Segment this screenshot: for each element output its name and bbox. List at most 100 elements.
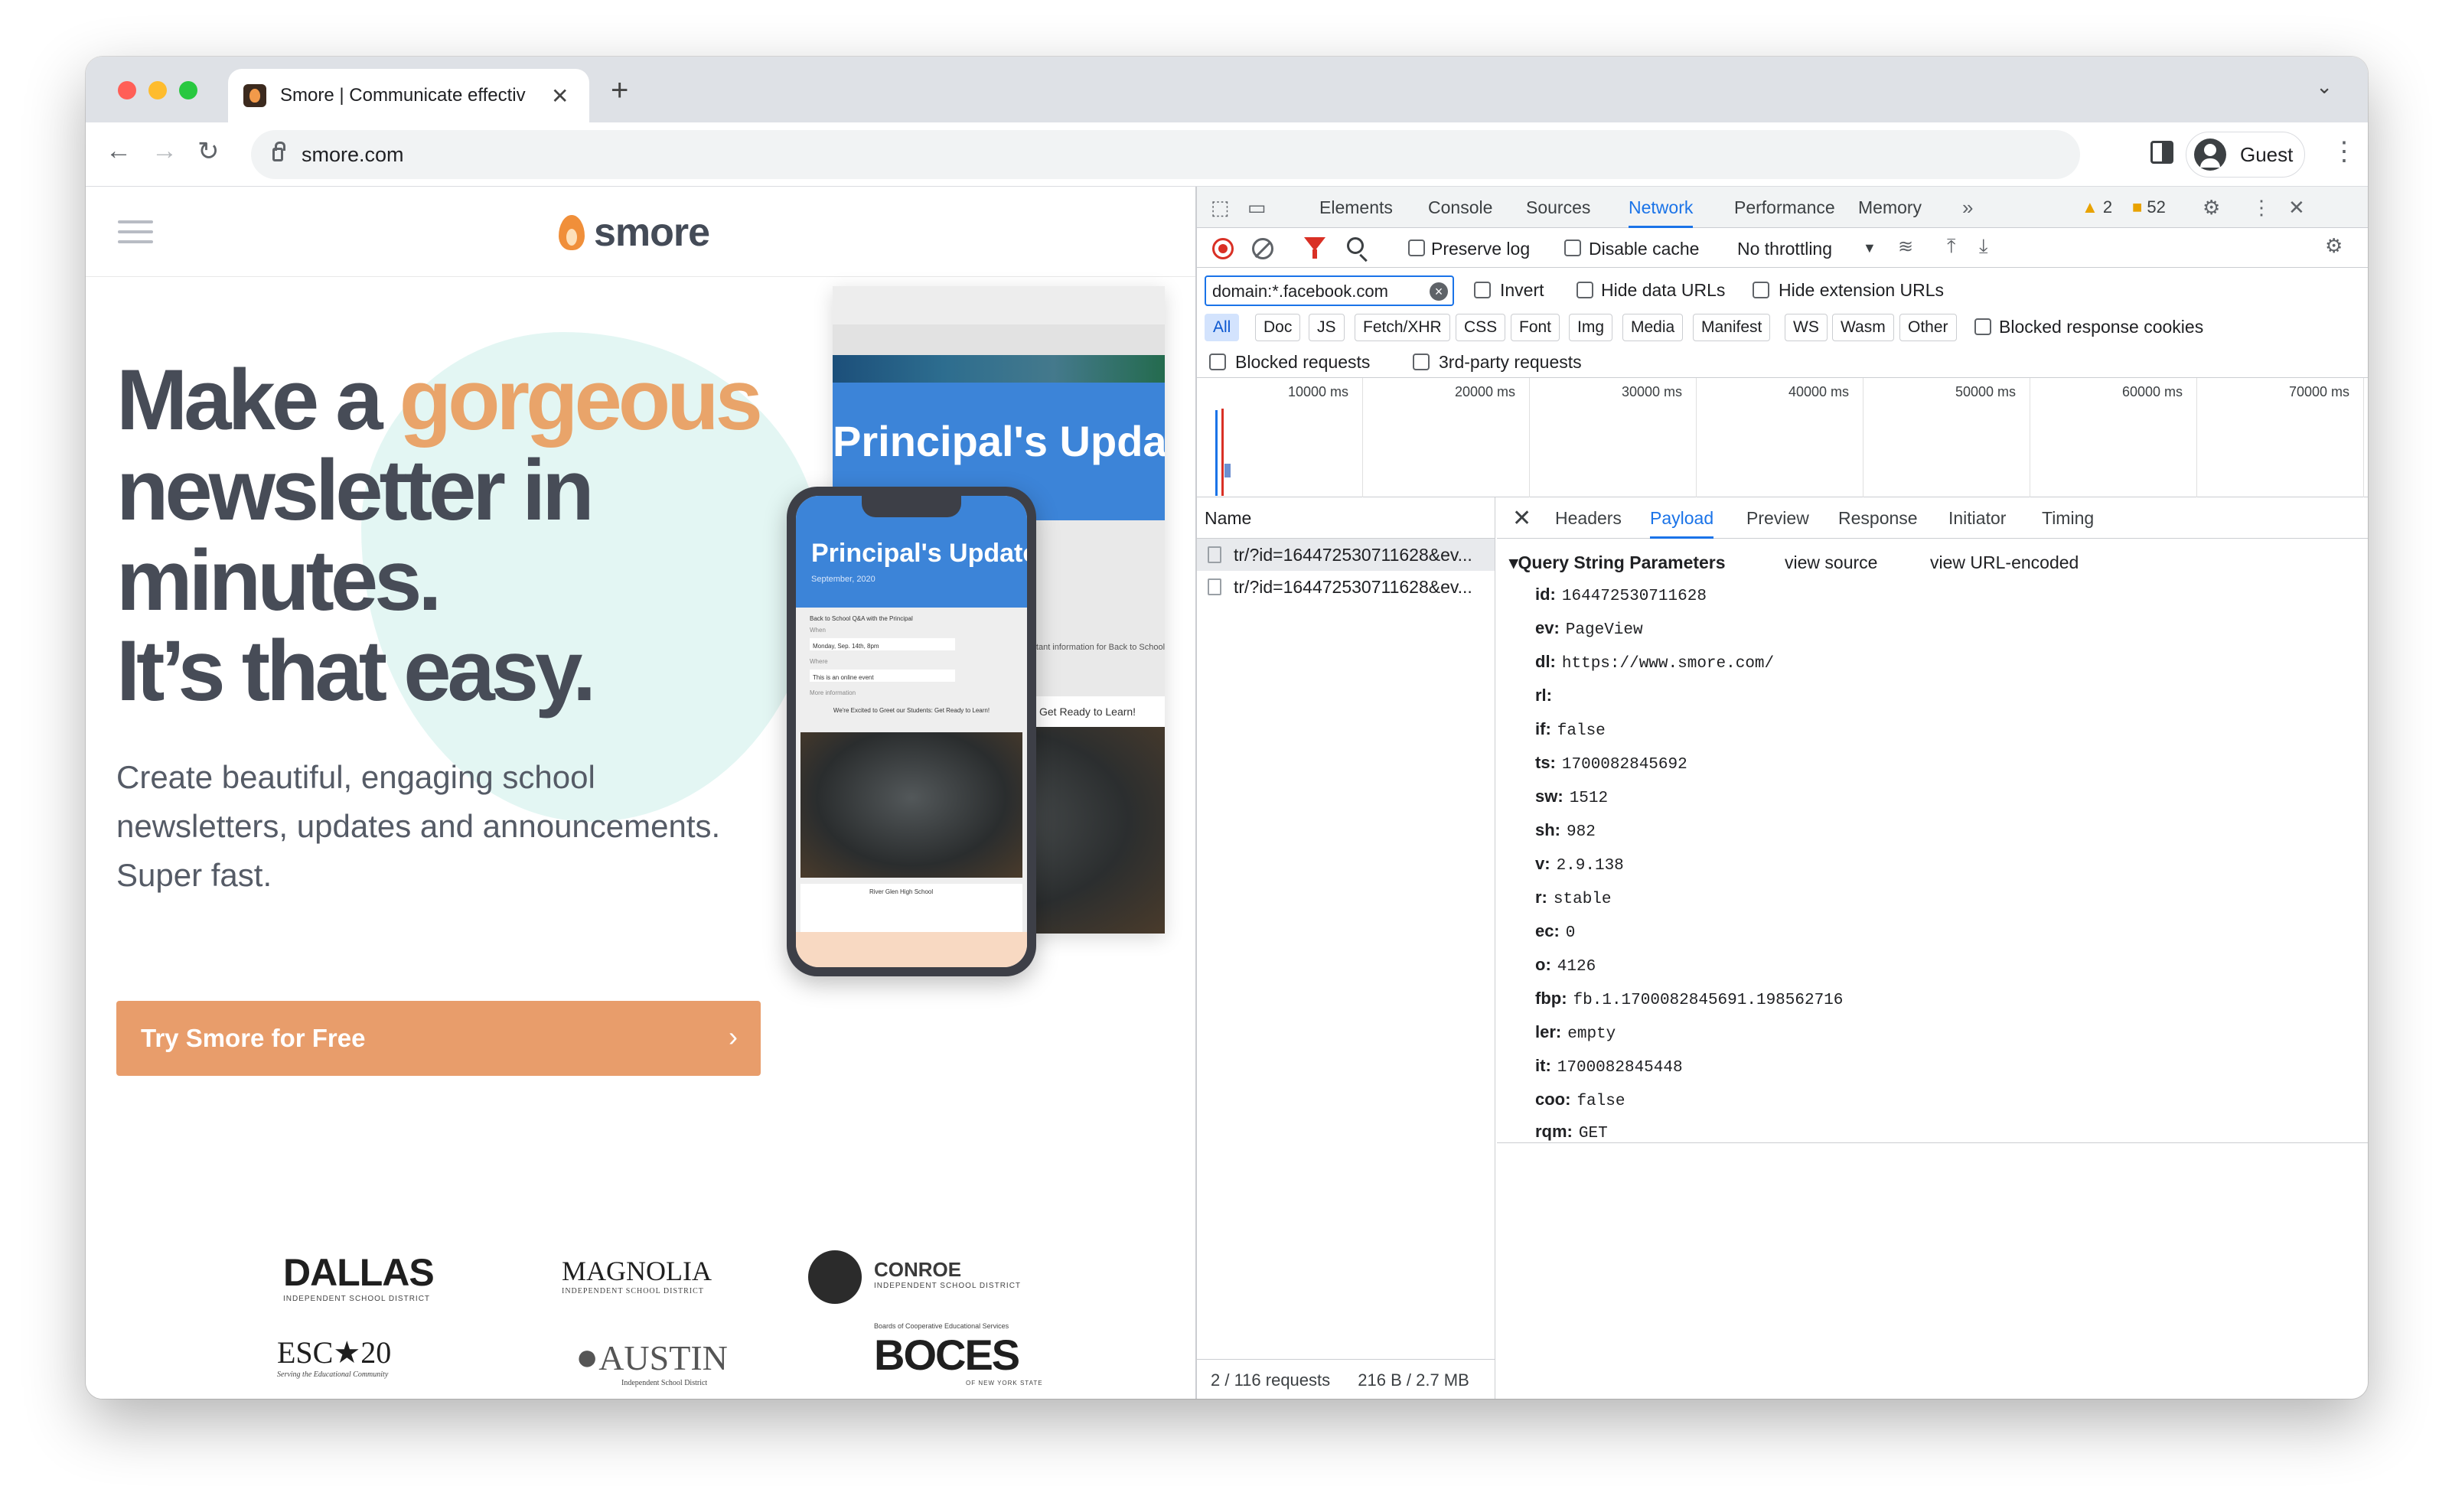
- phone-chalkboard-image: [800, 732, 1022, 878]
- forward-arrow-icon[interactable]: →: [152, 136, 178, 166]
- view-source-link[interactable]: view source: [1785, 552, 1877, 573]
- preserve-log-checkbox[interactable]: [1408, 240, 1425, 256]
- try-smore-button[interactable]: Try Smore for Free ›: [116, 1001, 761, 1076]
- param-value[interactable]: 1700082845692: [1562, 756, 1687, 774]
- devtools-menu-icon[interactable]: ⋮: [2251, 196, 2271, 220]
- tab-initiator[interactable]: Initiator: [1948, 497, 2006, 539]
- param-value[interactable]: 2.9.138: [1557, 857, 1624, 875]
- filter-funnel-icon[interactable]: [1304, 237, 1325, 259]
- param-value[interactable]: stable: [1554, 891, 1612, 908]
- param-value[interactable]: 982: [1567, 823, 1596, 841]
- tab-timing[interactable]: Timing: [2042, 497, 2094, 539]
- disable-cache-checkbox[interactable]: [1564, 240, 1581, 256]
- type-filter-manifest[interactable]: Manifest: [1693, 314, 1771, 341]
- throttling-select[interactable]: No throttling: [1737, 239, 1832, 259]
- browser-tab[interactable]: Smore | Communicate effectiv ✕: [228, 69, 589, 122]
- tab-sources[interactable]: Sources: [1526, 187, 1590, 228]
- type-filter-other[interactable]: Other: [1899, 314, 1957, 341]
- close-window-button[interactable]: [118, 81, 136, 99]
- profile-button[interactable]: Guest: [2186, 132, 2305, 178]
- param-value[interactable]: false: [1557, 722, 1606, 740]
- type-filter-media[interactable]: Media: [1622, 314, 1684, 341]
- param-value[interactable]: 4126: [1557, 958, 1596, 976]
- type-filter-ws[interactable]: WS: [1785, 314, 1828, 341]
- back-arrow-icon[interactable]: ←: [106, 136, 132, 166]
- tab-payload[interactable]: Payload: [1650, 497, 1714, 539]
- tab-headers[interactable]: Headers: [1555, 497, 1622, 539]
- type-filter-all[interactable]: All: [1205, 314, 1240, 341]
- close-tab-icon[interactable]: ✕: [551, 83, 569, 109]
- close-detail-icon[interactable]: ✕: [1512, 505, 1531, 532]
- inspect-element-icon[interactable]: ⬚: [1211, 196, 1230, 220]
- tab-network[interactable]: Network: [1629, 187, 1694, 228]
- filter-input[interactable]: domain:*.facebook.com ×: [1205, 275, 1454, 306]
- network-settings-icon[interactable]: ⚙: [2325, 234, 2343, 258]
- hide-extension-urls-checkbox[interactable]: [1753, 282, 1769, 298]
- type-filter-font[interactable]: Font: [1511, 314, 1560, 341]
- type-filter-doc[interactable]: Doc: [1255, 314, 1301, 341]
- type-filter-wasm[interactable]: Wasm: [1832, 314, 1894, 341]
- tab-preview[interactable]: Preview: [1746, 497, 1809, 539]
- throttle-dropdown-icon[interactable]: ▼: [1863, 240, 1876, 256]
- issues-badge[interactable]: ■ 52: [2132, 197, 2166, 217]
- type-filter-fetch-xhr[interactable]: Fetch/XHR: [1355, 314, 1450, 341]
- phone-when-value: Monday, Sep. 14th, 8pm: [813, 643, 879, 650]
- type-filter-css[interactable]: CSS: [1456, 314, 1506, 341]
- network-timeline-overview[interactable]: 10000 ms 20000 ms 30000 ms 40000 ms 5000…: [1197, 378, 2368, 497]
- side-panel-icon[interactable]: [2150, 141, 2173, 164]
- param-value[interactable]: 1512: [1570, 790, 1608, 807]
- reload-icon[interactable]: ↻: [197, 136, 220, 167]
- param-value[interactable]: 1700082845448: [1557, 1059, 1683, 1077]
- type-filter-js[interactable]: JS: [1309, 314, 1345, 341]
- export-har-icon[interactable]: ⤓: [1979, 234, 1988, 259]
- settings-gear-icon[interactable]: ⚙: [2203, 196, 2220, 220]
- tab-console[interactable]: Console: [1428, 187, 1492, 228]
- tab-elements[interactable]: Elements: [1319, 187, 1393, 228]
- clear-filter-icon[interactable]: ×: [1430, 282, 1448, 301]
- address-bar[interactable]: smore.com: [251, 130, 2080, 179]
- tab-memory[interactable]: Memory: [1858, 187, 1922, 228]
- param-value[interactable]: empty: [1567, 1025, 1616, 1043]
- request-row[interactable]: tr/?id=164472530711628&ev...: [1197, 571, 1495, 603]
- blocked-response-cookies-checkbox[interactable]: [1974, 318, 1991, 335]
- param-value[interactable]: PageView: [1566, 621, 1643, 639]
- invert-checkbox[interactable]: [1474, 282, 1491, 298]
- hide-data-urls-checkbox[interactable]: [1577, 282, 1593, 298]
- hamburger-menu-icon[interactable]: [118, 220, 153, 250]
- param-value[interactable]: 0: [1566, 924, 1576, 942]
- network-conditions-icon[interactable]: ≋: [1898, 236, 1913, 258]
- new-tab-icon[interactable]: +: [611, 73, 628, 108]
- search-icon[interactable]: [1347, 237, 1364, 254]
- param-value[interactable]: fb.1.1700082845691.198562716: [1573, 992, 1844, 1009]
- import-har-icon[interactable]: ⤒: [1947, 234, 1956, 259]
- hide-extension-urls-label: Hide extension URLs: [1779, 280, 1945, 300]
- param-value[interactable]: false: [1577, 1093, 1625, 1110]
- record-icon[interactable]: [1212, 238, 1234, 259]
- timeline-label: 20000 ms: [1455, 384, 1516, 399]
- tab-search-chevron-icon[interactable]: ⌄: [2316, 75, 2333, 99]
- subtitle-line1: Create beautiful, engaging school: [116, 759, 595, 795]
- name-column-header[interactable]: Name: [1197, 497, 1495, 539]
- type-filter-img[interactable]: Img: [1569, 314, 1613, 341]
- clear-icon[interactable]: [1252, 238, 1273, 259]
- view-url-encoded-link[interactable]: view URL-encoded: [1930, 552, 2079, 573]
- tab-performance[interactable]: Performance: [1734, 187, 1835, 228]
- warnings-badge[interactable]: ▲ 2: [2082, 197, 2112, 217]
- more-tabs-icon[interactable]: »: [1962, 196, 1973, 220]
- param-value[interactable]: https://www.smore.com/: [1562, 655, 1774, 673]
- param-key: id:: [1535, 585, 1556, 604]
- close-devtools-icon[interactable]: ✕: [2288, 196, 2305, 220]
- param-value[interactable]: 164472530711628: [1562, 588, 1707, 605]
- query-string-section-toggle[interactable]: ▾Query String Parameters: [1509, 552, 1726, 573]
- third-party-requests-checkbox[interactable]: [1413, 354, 1430, 370]
- request-row[interactable]: tr/?id=164472530711628&ev...: [1197, 539, 1495, 571]
- param-value[interactable]: GET: [1579, 1125, 1608, 1142]
- zoom-window-button[interactable]: [179, 81, 197, 99]
- smore-logo[interactable]: smore: [559, 210, 710, 256]
- device-toolbar-icon[interactable]: ▭: [1247, 196, 1267, 220]
- blocked-requests-checkbox[interactable]: [1209, 354, 1226, 370]
- lock-icon[interactable]: [272, 142, 285, 161]
- browser-menu-icon[interactable]: ⋮: [2331, 136, 2357, 167]
- minimize-window-button[interactable]: [148, 81, 167, 99]
- tab-response[interactable]: Response: [1838, 497, 1918, 539]
